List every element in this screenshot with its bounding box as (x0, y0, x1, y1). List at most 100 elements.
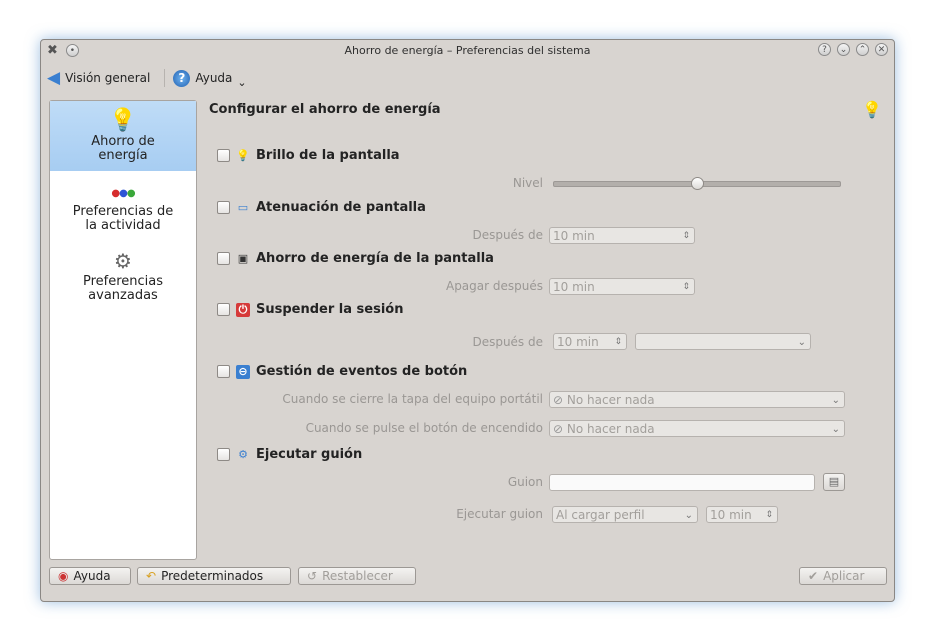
minimize-button[interactable]: ⌄ (837, 43, 850, 56)
chevron-down-icon: ⌄ (831, 424, 840, 435)
reset-icon: ↺ (307, 569, 318, 583)
footer-help-label: Ayuda (73, 569, 111, 583)
brightness-label: Brillo de la pantalla (256, 148, 400, 163)
run-time-spinbox[interactable]: 10 min ⇕ (706, 506, 778, 523)
defaults-button[interactable]: ↶ Predeterminados (137, 567, 291, 585)
reset-label: Restablecer (322, 569, 393, 583)
sidebar-item-power-saving[interactable]: 💡 Ahorro de energía (50, 101, 196, 171)
lid-action-value: No hacer nada (566, 393, 655, 407)
button-events-row: ⊖ Gestión de eventos de botón (217, 364, 467, 379)
sidebar-item-label: Ahorro de (91, 134, 155, 149)
run-script-label: Ejecutar guión (256, 447, 363, 462)
monitor-dark-icon: ▣ (237, 251, 249, 265)
button-events-label: Gestión de eventos de botón (256, 364, 468, 379)
overview-label: Visión general (65, 71, 151, 85)
lid-label: Cuando se cierre la tapa del equipo port… (282, 392, 543, 406)
spin-arrows-icon: ⇕ (765, 510, 773, 520)
dim-label: Atenuación de pantalla (256, 200, 426, 215)
run-when-value: Al cargar perfil (556, 508, 645, 522)
dim-after-label: Después de (472, 228, 543, 242)
sidebar-item-label: Preferencias de (72, 204, 174, 219)
gear-icon: ⚙ (238, 447, 248, 461)
sidebar-item-label: Preferencias (82, 274, 164, 289)
screen-saving-row: ▣ Ahorro de energía de la pantalla (217, 251, 494, 266)
no-entry-icon: ⊘ (553, 393, 564, 407)
activity-dots-icon: ●●● (111, 188, 135, 199)
spin-arrows-icon: ⇕ (614, 337, 622, 347)
button-events-checkbox[interactable] (217, 365, 230, 378)
button-events-icon: ⊖ (236, 364, 250, 379)
run-script-row: ⚙ Ejecutar guión (217, 447, 362, 462)
window-title: Ahorro de energía – Preferencias del sis… (344, 44, 591, 57)
title-bar: ✖ • Ahorro de energía – Preferencias del… (41, 40, 894, 62)
run-when-label: Ejecutar guion (456, 507, 543, 521)
dim-row: ▭ Atenuación de pantalla (217, 200, 426, 215)
help-label: Ayuda (195, 71, 233, 85)
browse-button[interactable]: ▤ (823, 473, 845, 491)
script-label: Guion (507, 475, 543, 489)
screen-saving-label: Ahorro de energía de la pantalla (256, 251, 494, 266)
suspend-row: ⏻ Suspender la sesión (217, 302, 403, 317)
chevron-down-icon: ⌄ (237, 75, 247, 89)
script-path-input[interactable] (549, 474, 815, 491)
lightbulb-icon: 💡 (109, 108, 137, 133)
power-action-value: No hacer nada (566, 422, 655, 436)
suspend-action-select[interactable]: ⌄ (635, 333, 811, 350)
brightness-slider-handle[interactable] (691, 177, 704, 190)
suspend-checkbox[interactable] (217, 303, 230, 316)
run-script-checkbox[interactable] (217, 448, 230, 461)
tools-icon: ⚙ (114, 249, 132, 273)
maximize-button[interactable]: ⌃ (856, 43, 869, 56)
lightbulb-icon: 💡 (236, 148, 250, 162)
toolbar: ◀ Visión general ? Ayuda ⌄ (47, 67, 247, 89)
dim-after-value: 10 min (553, 229, 595, 243)
monitor-icon: ▭ (237, 200, 249, 214)
chevron-down-icon: ⌄ (831, 395, 840, 406)
off-after-label: Apagar después (445, 279, 543, 293)
close-button[interactable]: ✕ (875, 43, 888, 56)
spin-arrows-icon: ⇕ (682, 231, 690, 241)
dim-checkbox[interactable] (217, 201, 230, 214)
sidebar-item-activity[interactable]: ●●● Preferencias de la actividad (50, 187, 196, 233)
content-pane: Configurar el ahorro de energía 💡 💡 Bril… (207, 100, 887, 560)
off-after-value: 10 min (553, 280, 595, 294)
power-button-label: Cuando se pulse el botón de encendido (305, 421, 543, 435)
overview-button[interactable]: ◀ Visión general (47, 68, 150, 88)
no-entry-icon: ⊘ (553, 422, 564, 436)
sidebar-item-label: la actividad (85, 218, 161, 233)
folder-open-icon: ▤ (828, 475, 840, 488)
toolbar-separator (164, 69, 166, 87)
brightness-level-label: Nivel (512, 176, 543, 190)
footer-help-button[interactable]: ◉ Ayuda (49, 567, 131, 585)
run-when-select[interactable]: Al cargar perfil ⌄ (552, 506, 698, 523)
screen-saving-checkbox[interactable] (217, 252, 230, 265)
sidebar-item-label: avanzadas (88, 288, 158, 303)
apply-button[interactable]: ✔ Aplicar (799, 567, 887, 585)
sidebar-item-advanced[interactable]: ⚙ Preferencias avanzadas (50, 247, 196, 303)
sidebar-item-label: energía (98, 148, 148, 163)
off-after-spinbox[interactable]: 10 min ⇕ (549, 278, 695, 295)
suspend-after-spinbox[interactable]: 10 min ⇕ (553, 333, 627, 350)
dim-after-spinbox[interactable]: 10 min ⇕ (549, 227, 695, 244)
apply-label: Aplicar (823, 569, 865, 583)
help-icon: ? (173, 69, 191, 87)
reset-button[interactable]: ↺ Restablecer (298, 567, 416, 585)
defaults-label: Predeterminados (161, 569, 264, 583)
lid-action-select[interactable]: ⊘ No hacer nada ⌄ (549, 391, 845, 408)
help-window-button[interactable]: ? (818, 43, 831, 56)
chevron-down-icon: ⌄ (797, 337, 806, 348)
power-action-select[interactable]: ⊘ No hacer nada ⌄ (549, 420, 845, 437)
power-icon: ⏻ (236, 302, 250, 317)
help-lifebuoy-icon: ◉ (58, 569, 69, 583)
page-title: Configurar el ahorro de energía (209, 102, 441, 117)
suspend-after-label: Después de (472, 335, 543, 349)
chevron-down-icon: ⌄ (684, 510, 693, 521)
sidebar: 💡 Ahorro de energía ●●● Preferencias de … (49, 100, 197, 560)
lightbulb-icon: 💡 (862, 100, 882, 119)
back-arrow-icon: ◀ (47, 68, 61, 88)
help-menu-button[interactable]: ? Ayuda ⌄ (173, 68, 247, 89)
defaults-icon: ↶ (146, 569, 157, 583)
brightness-checkbox[interactable] (217, 149, 230, 162)
checkmark-icon: ✔ (808, 569, 819, 583)
suspend-after-value: 10 min (557, 335, 599, 349)
